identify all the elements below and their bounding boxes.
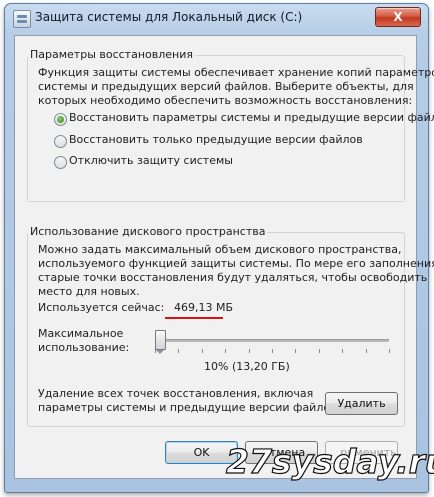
max-usage-slider-thumb[interactable]: [155, 330, 166, 354]
disk-description-line-3: старые точки восстановления будут удалят…: [38, 271, 428, 284]
disk-usage-title: Использование дискового пространства: [28, 225, 268, 238]
radio-restore-files-only-label[interactable]: Восстановить только предыдущие версии фа…: [69, 133, 363, 146]
delete-button[interactable]: Удалить: [325, 392, 398, 415]
slider-tick: [366, 349, 367, 353]
max-usage-label-line-2: использование:: [38, 341, 130, 354]
slider-readout: 10% (13,20 ГБ): [204, 360, 290, 373]
max-usage-slider-track[interactable]: [155, 339, 389, 342]
close-button[interactable]: X: [375, 7, 421, 27]
slider-tick: [272, 349, 273, 353]
disk-description-line-1: Можно задать максимальный объем дисковог…: [38, 243, 402, 256]
radio-disable-protection-label[interactable]: Отключить защиту системы: [69, 154, 233, 167]
disk-description-line-2: используемого функцией защиты системы. П…: [38, 257, 434, 270]
drive-icon: [13, 10, 31, 28]
delete-description-line-1: Удаление всех точек восстановления, вклю…: [38, 387, 314, 400]
max-usage-label-line-1: Максимальное: [38, 327, 124, 340]
slider-tick: [249, 349, 250, 353]
used-value-highlight-underline: [165, 317, 223, 319]
site-watermark: 27sysday.ru: [225, 441, 434, 481]
restore-description-line-3: которых необходимо обеспечить возможност…: [38, 94, 413, 107]
slider-tick: [342, 349, 343, 353]
delete-description-line-2: параметры системы и предыдущие версии фа…: [38, 401, 341, 414]
title-bar[interactable]: Защита системы для Локальный диск (С:) X: [4, 3, 427, 33]
window-title: Защита системы для Локальный диск (С:): [35, 10, 303, 24]
used-now-label: Используется сейчас:: [38, 301, 165, 314]
restore-description-line-2: системы и предыдущих версий файлов. Выбе…: [38, 80, 414, 93]
slider-tick: [319, 349, 320, 353]
radio-restore-settings-and-files[interactable]: [54, 113, 67, 126]
slider-tick: [295, 349, 296, 353]
slider-tick: [202, 349, 203, 353]
slider-tick: [225, 349, 226, 353]
radio-restore-files-only[interactable]: [54, 135, 67, 148]
restore-settings-title: Параметры восстановления: [28, 48, 195, 61]
slider-tick: [178, 349, 179, 353]
disk-description-line-4: место для новых.: [38, 285, 140, 298]
used-now-value: 469,13 МБ: [174, 301, 234, 314]
restore-description-line-1: Функция защиты системы обеспечивает хран…: [38, 66, 434, 79]
radio-disable-protection[interactable]: [54, 156, 67, 169]
slider-tick: [389, 349, 390, 353]
radio-restore-settings-and-files-label[interactable]: Восстановить параметры системы и предыду…: [69, 111, 434, 124]
